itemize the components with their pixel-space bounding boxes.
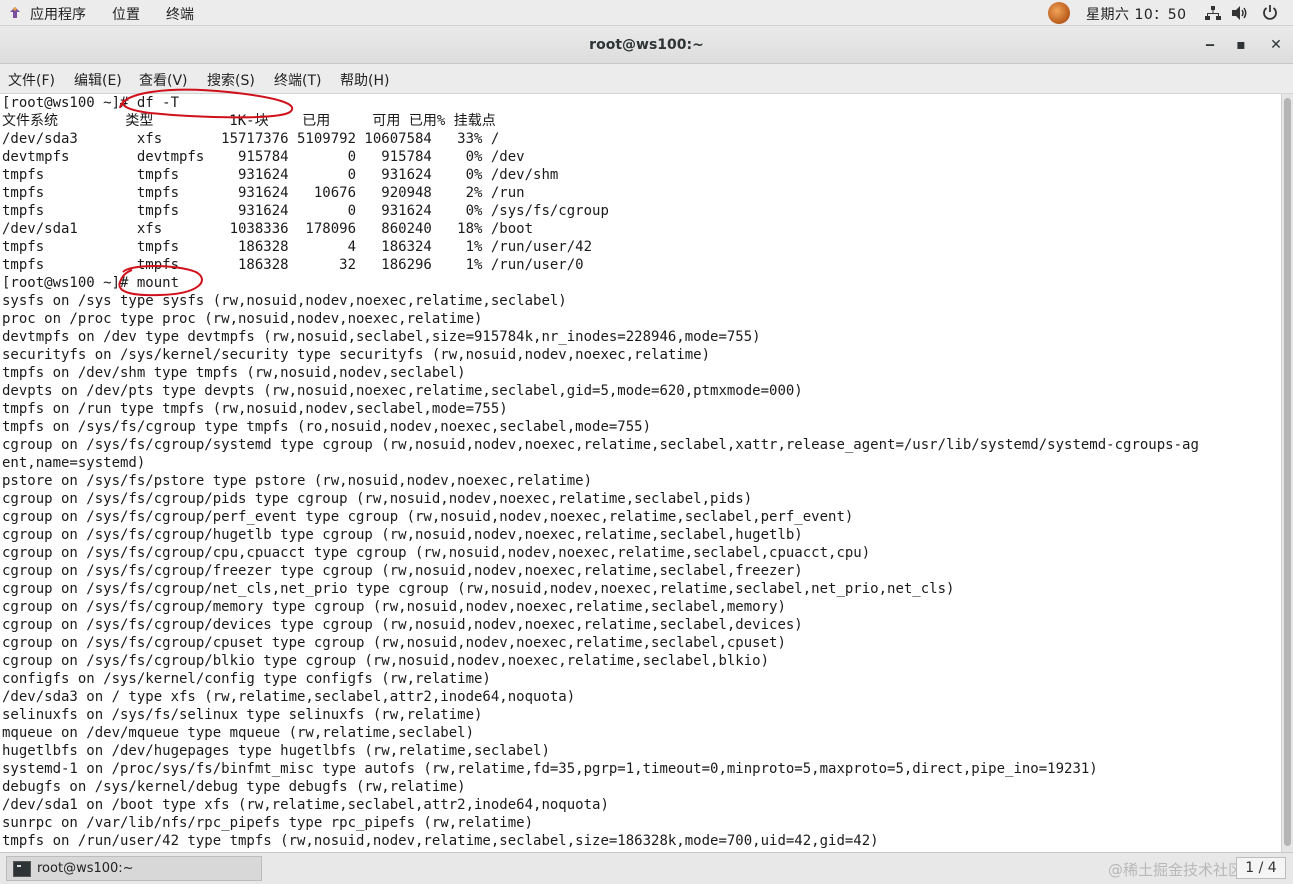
menu-terminal[interactable]: 终端(T) bbox=[274, 70, 321, 90]
taskbar-window-label: root@ws100:~ bbox=[37, 861, 134, 876]
applications-menu[interactable]: 应用程序 bbox=[30, 4, 86, 24]
terminal-line: selinuxfs on /sys/fs/selinux type selinu… bbox=[2, 707, 483, 723]
scrollbar-thumb[interactable] bbox=[1284, 98, 1291, 846]
terminal-line: /dev/sda3 on / type xfs (rw,relatime,sec… bbox=[2, 689, 576, 705]
terminal-line: tmpfs tmpfs 931624 0 931624 0% /dev/shm bbox=[2, 167, 559, 183]
terminal-line: devtmpfs on /dev type devtmpfs (rw,nosui… bbox=[2, 329, 761, 345]
terminal-line: cgroup on /sys/fs/cgroup/cpuset type cgr… bbox=[2, 635, 786, 651]
terminal-line: tmpfs tmpfs 186328 4 186324 1% /run/user… bbox=[2, 239, 593, 255]
menu-bar: 文件(F) 编辑(E) 查看(V) 搜索(S) 终端(T) 帮助(H) bbox=[0, 64, 1293, 94]
terminal-line: ent,name=systemd) bbox=[2, 455, 146, 471]
terminal-line: hugetlbfs on /dev/hugepages type hugetlb… bbox=[2, 743, 550, 759]
terminal-line: proc on /proc type proc (rw,nosuid,nodev… bbox=[2, 311, 483, 327]
terminal-line: sysfs on /sys type sysfs (rw,nosuid,node… bbox=[2, 293, 567, 309]
terminal-line: cgroup on /sys/fs/cgroup/blkio type cgro… bbox=[2, 653, 770, 669]
top-panel: 应用程序 位置 终端 星期六 10：50 bbox=[0, 0, 1293, 26]
network-icon[interactable] bbox=[1205, 5, 1221, 21]
terminal-icon bbox=[13, 861, 31, 877]
taskbar-window-button[interactable]: root@ws100:~ bbox=[6, 856, 262, 881]
terminal-line: /dev/sda1 xfs 1038336 178096 860240 18% … bbox=[2, 221, 534, 237]
menu-help[interactable]: 帮助(H) bbox=[340, 70, 389, 90]
user-avatar-icon[interactable] bbox=[1048, 2, 1070, 24]
terminal-line: devtmpfs devtmpfs 915784 0 915784 0% /de… bbox=[2, 149, 525, 165]
terminal-line: sunrpc on /var/lib/nfs/rpc_pipefs type r… bbox=[2, 815, 534, 831]
power-icon[interactable] bbox=[1262, 4, 1278, 20]
terminal-line: tmpfs on /sys/fs/cgroup type tmpfs (ro,n… bbox=[2, 419, 652, 435]
terminal-line: cgroup on /sys/fs/cgroup/perf_event type… bbox=[2, 509, 854, 525]
terminal-line: cgroup on /sys/fs/cgroup/hugetlb type cg… bbox=[2, 527, 803, 543]
terminal-line: [root@ws100 ~]# mount bbox=[2, 275, 180, 291]
terminal-line: cgroup on /sys/fs/cgroup/net_cls,net_pri… bbox=[2, 581, 955, 597]
places-menu[interactable]: 位置 bbox=[112, 4, 140, 24]
terminal-line: tmpfs tmpfs 931624 10676 920948 2% /run bbox=[2, 185, 525, 201]
terminal-lines: [root@ws100 ~]# df -T 文件系统 类型 1K-块 已用 可用 … bbox=[2, 94, 1199, 850]
terminal-scrollbar[interactable] bbox=[1281, 94, 1293, 852]
clock[interactable]: 星期六 10：50 bbox=[1086, 4, 1187, 24]
volume-icon[interactable] bbox=[1231, 5, 1249, 21]
menu-view[interactable]: 查看(V) bbox=[139, 70, 188, 90]
terminal-line: cgroup on /sys/fs/cgroup/cpu,cpuacct typ… bbox=[2, 545, 871, 561]
terminal-line: debugfs on /sys/kernel/debug type debugf… bbox=[2, 779, 466, 795]
terminal-line: mqueue on /dev/mqueue type mqueue (rw,re… bbox=[2, 725, 475, 741]
terminal-line: cgroup on /sys/fs/cgroup/pids type cgrou… bbox=[2, 491, 753, 507]
menu-search[interactable]: 搜索(S) bbox=[207, 70, 255, 90]
terminal-line: 文件系统 类型 1K-块 已用 可用 已用% 挂载点 bbox=[2, 113, 496, 129]
window-title: root@ws100:~ bbox=[589, 37, 704, 53]
terminal-line: pstore on /sys/fs/pstore type pstore (rw… bbox=[2, 473, 593, 489]
terminal-app-menu[interactable]: 终端 bbox=[166, 4, 194, 24]
maximize-button[interactable]: ▪ bbox=[1230, 34, 1252, 56]
terminal-output[interactable]: [root@ws100 ~]# df -T 文件系统 类型 1K-块 已用 可用 … bbox=[0, 94, 1281, 852]
terminal-line: tmpfs on /run type tmpfs (rw,nosuid,node… bbox=[2, 401, 508, 417]
apps-icon[interactable] bbox=[8, 6, 22, 20]
terminal-line: tmpfs tmpfs 931624 0 931624 0% /sys/fs/c… bbox=[2, 203, 609, 219]
window-title-bar[interactable]: root@ws100:~ ‒ ▪ ✕ bbox=[0, 26, 1293, 64]
terminal-line: systemd-1 on /proc/sys/fs/binfmt_misc ty… bbox=[2, 761, 1098, 777]
menu-edit[interactable]: 编辑(E) bbox=[74, 70, 122, 90]
terminal-line: tmpfs on /run/user/42 type tmpfs (rw,nos… bbox=[2, 833, 879, 849]
terminal-line: configfs on /sys/kernel/config type conf… bbox=[2, 671, 491, 687]
terminal-line: securityfs on /sys/kernel/security type … bbox=[2, 347, 711, 363]
terminal-line: tmpfs tmpfs 186328 32 186296 1% /run/use… bbox=[2, 257, 584, 273]
terminal-line: [root@ws100 ~]# df -T bbox=[2, 95, 180, 111]
workspace-pager[interactable]: 1 / 4 bbox=[1236, 857, 1286, 879]
terminal-line: cgroup on /sys/fs/cgroup/memory type cgr… bbox=[2, 599, 786, 615]
menu-file[interactable]: 文件(F) bbox=[8, 70, 55, 90]
terminal-line: devpts on /dev/pts type devpts (rw,nosui… bbox=[2, 383, 803, 399]
taskbar: root@ws100:~ @稀土掘金技术社区 1 / 4 bbox=[0, 852, 1293, 884]
terminal-line: /dev/sda3 xfs 15717376 5109792 10607584 … bbox=[2, 131, 500, 147]
minimize-button[interactable]: ‒ bbox=[1199, 34, 1221, 56]
terminal-line: tmpfs on /dev/shm type tmpfs (rw,nosuid,… bbox=[2, 365, 466, 381]
close-button[interactable]: ✕ bbox=[1265, 34, 1287, 56]
terminal-line: cgroup on /sys/fs/cgroup/systemd type cg… bbox=[2, 437, 1199, 453]
terminal-line: cgroup on /sys/fs/cgroup/freezer type cg… bbox=[2, 563, 803, 579]
terminal-line: cgroup on /sys/fs/cgroup/devices type cg… bbox=[2, 617, 803, 633]
terminal-line: /dev/sda1 on /boot type xfs (rw,relatime… bbox=[2, 797, 609, 813]
watermark: @稀土掘金技术社区 bbox=[1108, 861, 1244, 879]
